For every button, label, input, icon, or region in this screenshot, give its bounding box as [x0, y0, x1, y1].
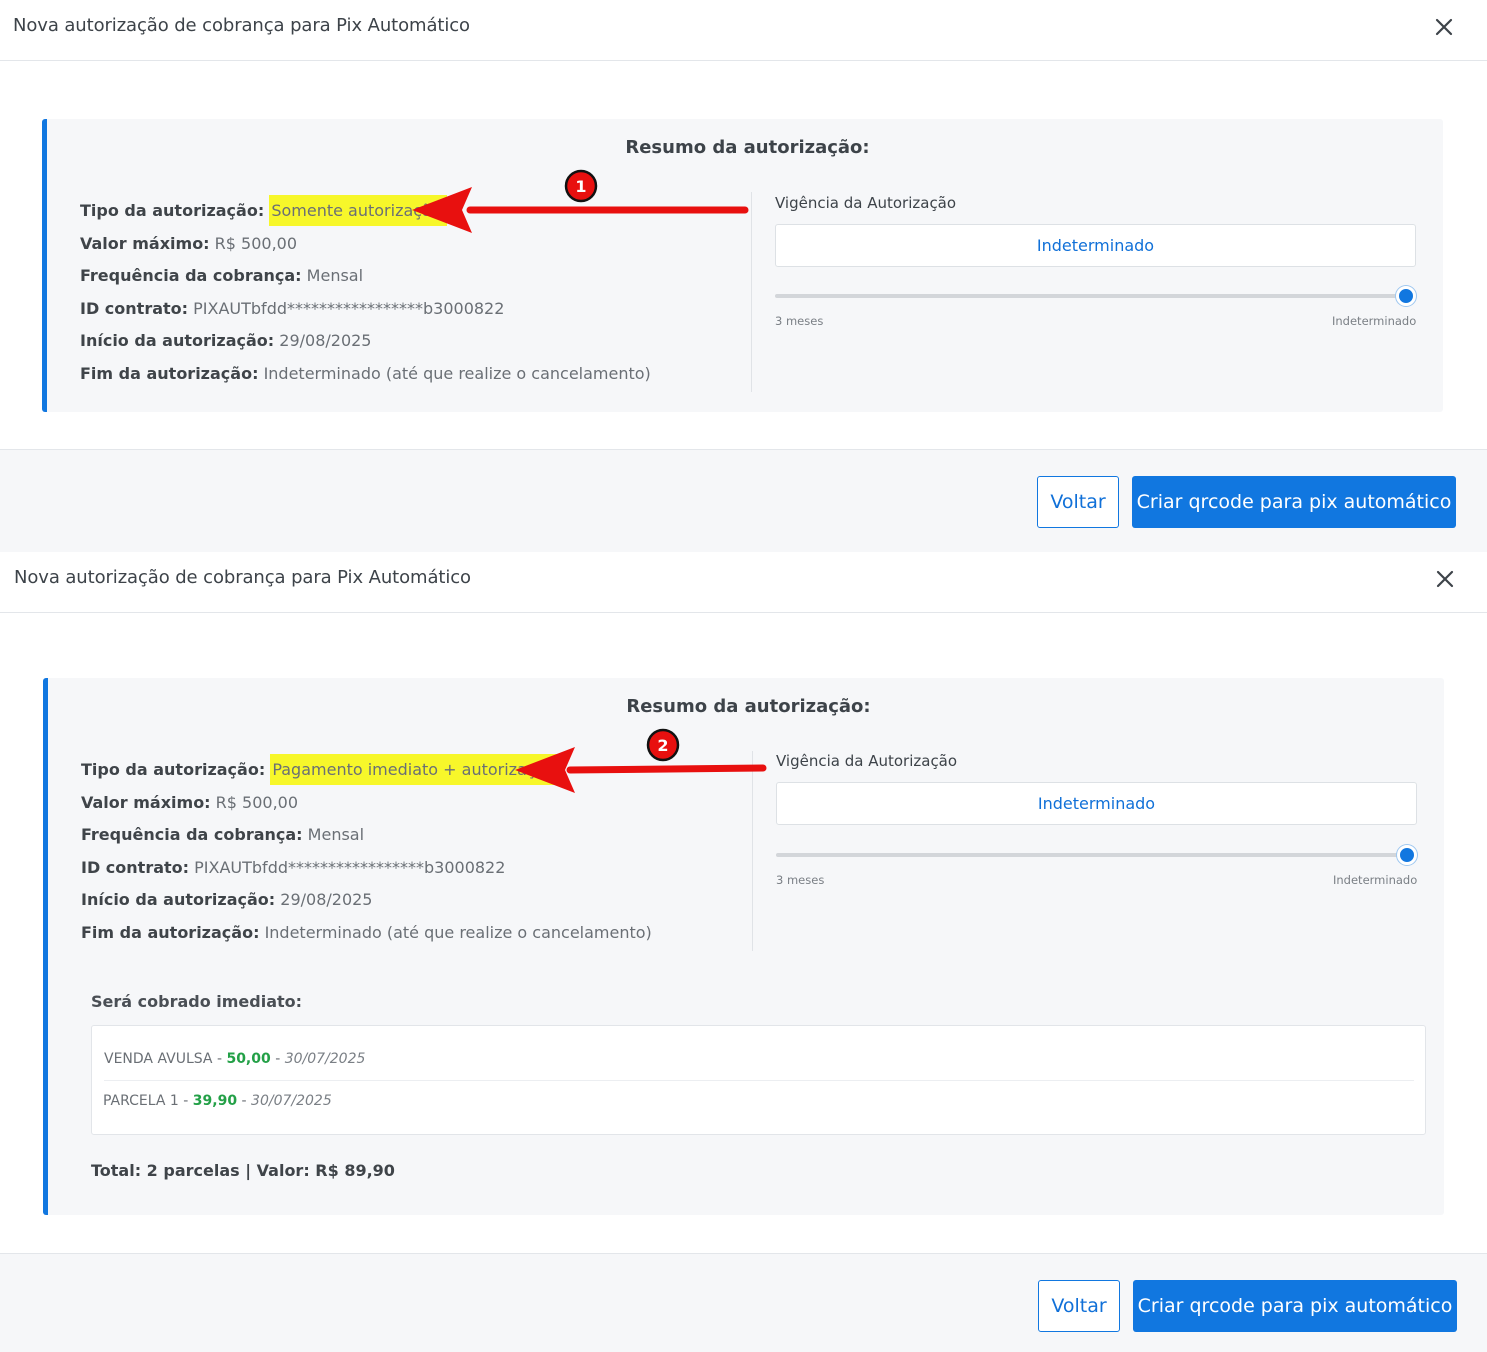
field-label: Valor máximo: [80, 233, 210, 253]
field-value: Indeterminado (até que realize o cancela… [264, 922, 652, 942]
field-label: Valor máximo: [81, 792, 211, 812]
slider-track [775, 294, 1405, 298]
summary-title: Resumo da autorização: [626, 696, 871, 717]
summary-fields: Tipo da autorização: Somente autorização… [80, 195, 651, 390]
field-label: Frequência da cobrança: [81, 825, 303, 844]
immediate-charge-total: Total: 2 parcelas | Valor: R$ 89,90 [91, 1161, 395, 1180]
field-value: Mensal [307, 825, 365, 844]
field-tipo: Tipo da autorização: Somente autorização [80, 195, 651, 228]
slider-max-label: Indeterminado [1333, 873, 1418, 887]
modal-header: Nova autorização de cobrança para Pix Au… [0, 0, 1487, 61]
list-divider [104, 1080, 1414, 1081]
field-label: ID contrato: [80, 298, 189, 318]
field-tipo: Tipo da autorização: Pagamento imediato … [81, 754, 652, 787]
field-inicio: Início da autorização: 29/08/2025 [81, 884, 652, 917]
vertical-divider [752, 751, 753, 951]
field-value: PIXAUTbfdd*****************b3000822 [193, 298, 505, 318]
create-qrcode-button[interactable]: Criar qrcode para pix automático [1133, 1280, 1457, 1332]
vigencia-value-box[interactable]: Indeterminado [775, 224, 1416, 267]
field-fim: Fim da autorização: Indeterminado (até q… [80, 358, 651, 391]
field-value: Indeterminado (até que realize o cancela… [263, 363, 651, 383]
slider-track [776, 853, 1406, 857]
slider-min-label: 3 meses [775, 314, 824, 328]
field-value-highlighted: Somente autorização [269, 195, 447, 226]
field-label: Fim da autorização: [81, 922, 260, 942]
slider-min-label: 3 meses [776, 873, 825, 887]
summary-card: Resumo da autorização: Tipo da autorizaç… [43, 678, 1444, 1215]
field-label: Início da autorização: [80, 331, 275, 350]
slider-thumb[interactable] [1396, 286, 1416, 306]
vigencia-label: Vigência da Autorização [775, 194, 957, 212]
vigencia-value-box[interactable]: Indeterminado [776, 782, 1417, 825]
modal-title: Nova autorização de cobrança para Pix Au… [14, 567, 471, 588]
field-valor: Valor máximo: R$ 500,00 [80, 228, 651, 261]
immediate-charge-title: Será cobrado imediato: [91, 992, 303, 1011]
field-id-contrato: ID contrato: PIXAUTbfdd*****************… [80, 293, 651, 326]
modal-title: Nova autorização de cobrança para Pix Au… [13, 15, 470, 36]
list-item: PARCELA 1 - 39,90 - 30/07/2025 [103, 1093, 332, 1109]
modal-footer: Voltar Criar qrcode para pix automático [0, 1253, 1487, 1352]
field-value: 29/08/2025 [279, 331, 372, 350]
field-value: R$ 500,00 [215, 792, 299, 812]
field-id-contrato: ID contrato: PIXAUTbfdd*****************… [81, 852, 652, 885]
field-frequencia: Frequência da cobrança: Mensal [81, 819, 652, 852]
summary-card: Resumo da autorização: Tipo da autorizaç… [42, 119, 1443, 412]
back-button[interactable]: Voltar [1038, 1280, 1120, 1332]
field-label: Tipo da autorização: [80, 201, 265, 220]
field-label: Fim da autorização: [80, 363, 259, 383]
modal-header: Nova autorização de cobrança para Pix Au… [0, 552, 1487, 613]
field-label: Tipo da autorização: [81, 760, 266, 779]
back-button[interactable]: Voltar [1037, 476, 1119, 528]
authorization-modal-2: Nova autorização de cobrança para Pix Au… [0, 552, 1487, 1352]
field-value: 29/08/2025 [280, 890, 373, 909]
field-label: Frequência da cobrança: [80, 266, 302, 285]
field-label: ID contrato: [81, 857, 190, 877]
field-value: PIXAUTbfdd*****************b3000822 [194, 857, 506, 877]
close-icon[interactable] [1431, 14, 1457, 40]
modal-footer: Voltar Criar qrcode para pix automático [0, 449, 1487, 552]
field-value: R$ 500,00 [214, 233, 298, 253]
slider-thumb[interactable] [1397, 845, 1417, 865]
field-frequencia: Frequência da cobrança: Mensal [80, 260, 651, 293]
slider-max-label: Indeterminado [1332, 314, 1417, 328]
field-fim: Fim da autorização: Indeterminado (até q… [81, 917, 652, 950]
vigencia-slider[interactable] [776, 845, 1417, 865]
field-inicio: Início da autorização: 29/08/2025 [80, 325, 651, 358]
field-value-highlighted: Pagamento imediato + autorização [270, 754, 561, 785]
field-value: Mensal [306, 266, 364, 285]
summary-fields: Tipo da autorização: Pagamento imediato … [81, 754, 652, 949]
vertical-divider [751, 192, 752, 392]
close-icon[interactable] [1432, 566, 1458, 592]
create-qrcode-button[interactable]: Criar qrcode para pix automático [1132, 476, 1456, 528]
list-item: VENDA AVULSA - 50,00 - 30/07/2025 [104, 1051, 366, 1067]
field-label: Início da autorização: [81, 890, 276, 909]
field-valor: Valor máximo: R$ 500,00 [81, 787, 652, 820]
vigencia-label: Vigência da Autorização [776, 752, 958, 770]
summary-title: Resumo da autorização: [625, 137, 870, 158]
vigencia-slider[interactable] [775, 286, 1416, 306]
immediate-charge-list: VENDA AVULSA - 50,00 - 30/07/2025 PARCEL… [91, 1025, 1426, 1135]
authorization-modal-1: Nova autorização de cobrança para Pix Au… [0, 0, 1487, 552]
